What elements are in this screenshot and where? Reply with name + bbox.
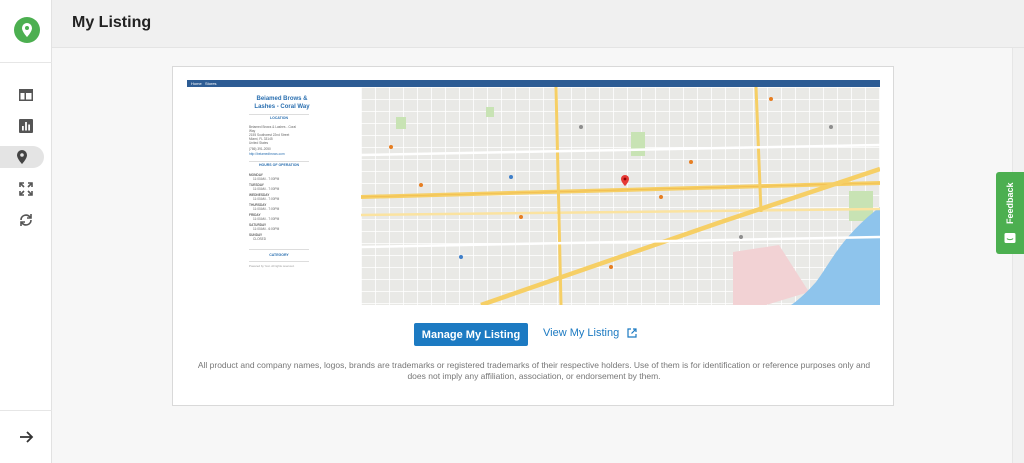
manage-listing-button[interactable]: Manage My Listing xyxy=(414,323,528,346)
preview-hours-time: 11:00AM - 7:00PM xyxy=(253,217,280,221)
preview-category-heading: CATEGORY xyxy=(269,253,289,257)
preview-business-name: Beiamed Brows & Lashes - Coral Way xyxy=(254,96,310,110)
fullscreen-icon xyxy=(19,182,33,196)
preview-nav-stores: Stores xyxy=(205,81,217,86)
preview-address-line: United States xyxy=(249,141,269,145)
preview-nav-bar: Home Stores xyxy=(187,80,880,87)
dashboard-icon xyxy=(19,89,33,101)
preview-location-heading: LOCATION xyxy=(269,116,289,120)
preview-info-panel: Beiamed Brows & Lashes - Coral Way LOCAT… xyxy=(187,87,361,305)
preview-map xyxy=(361,87,880,305)
preview-website: http://beiamedbrows.com xyxy=(249,152,285,156)
page-header: My Listing xyxy=(52,0,1024,48)
sync-icon xyxy=(20,214,32,226)
preview-hours-time: CLOSED xyxy=(253,237,267,241)
preview-divider xyxy=(249,249,309,250)
view-listing-label: View My Listing xyxy=(543,327,620,339)
sidebar xyxy=(0,0,52,463)
preview-divider xyxy=(249,161,309,162)
preview-hours-time: 11:00AM - 7:00PM xyxy=(253,177,280,181)
feedback-label: Feedback xyxy=(1005,182,1015,224)
listing-card: Home Stores Beiamed Brows & Lashes - Cor… xyxy=(172,66,894,406)
trademark-disclaimer: All product and company names, logos, br… xyxy=(197,360,871,381)
sidebar-item-expand[interactable] xyxy=(0,178,52,200)
feedback-tab[interactable]: Feedback xyxy=(996,172,1024,254)
app-logo[interactable] xyxy=(14,17,40,43)
preview-hours-heading: HOURS OF OPERATION xyxy=(259,163,299,167)
sidebar-item-listing[interactable] xyxy=(0,146,44,168)
view-listing-link[interactable]: View My Listing xyxy=(543,327,637,339)
feedback-icon xyxy=(1004,233,1016,243)
sidebar-item-dashboard[interactable] xyxy=(0,84,52,106)
preview-footer: Powered by Yext. All rights reserved. xyxy=(249,264,295,268)
external-link-icon xyxy=(627,328,637,338)
sidebar-item-sync[interactable] xyxy=(0,209,52,231)
preview-hours-time: 11:00AM - 7:00PM xyxy=(253,187,280,191)
preview-hours-time: 11:00AM - 6:00PM xyxy=(253,227,280,231)
preview-phone: (786) 391-2050 xyxy=(249,147,271,151)
bar-chart-icon xyxy=(19,119,33,133)
arrow-right-icon[interactable] xyxy=(17,428,35,446)
preview-hours-time: 11:00AM - 7:00PM xyxy=(253,207,280,211)
sidebar-divider xyxy=(0,410,52,411)
listing-preview: Home Stores Beiamed Brows & Lashes - Cor… xyxy=(187,80,880,305)
preview-divider xyxy=(249,114,309,115)
location-pin-icon xyxy=(22,23,32,37)
preview-nav-home: Home xyxy=(191,81,202,86)
sidebar-divider xyxy=(0,62,52,63)
preview-divider xyxy=(249,261,309,262)
page-title: My Listing xyxy=(72,14,152,31)
preview-hours-time: 11:00AM - 7:00PM xyxy=(253,197,280,201)
scrollbar[interactable] xyxy=(1012,48,1024,463)
sidebar-item-reports[interactable] xyxy=(0,115,52,137)
preview-address-line: Beiamed Brows & Lashes - Coral xyxy=(249,125,296,129)
location-pin-icon xyxy=(17,150,27,164)
